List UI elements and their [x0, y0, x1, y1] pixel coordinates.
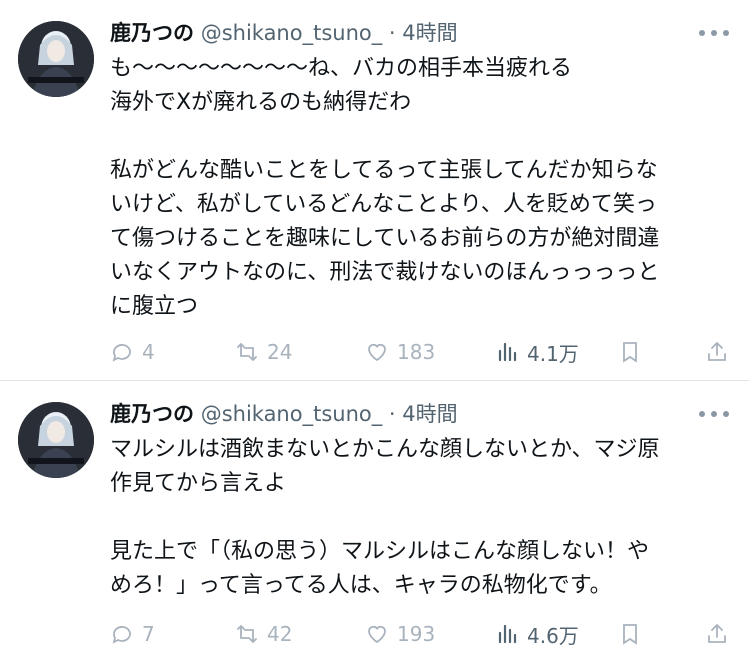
tweet-header: 鹿乃つの @shikano_tsuno_ · 4時間: [110, 18, 458, 48]
repost-count: 42: [267, 622, 293, 646]
views-icon: [498, 342, 517, 362]
tweet-text-line: に腹立つ: [110, 294, 199, 319]
tweet[interactable]: 鹿乃つの @shikano_tsuno_ · 4時間 も〜〜〜〜〜〜〜〜ね、バカ…: [0, 0, 749, 380]
reply-count: 7: [142, 622, 155, 646]
tweet-text-line: 海外でXが廃れるのも納得だわ: [110, 90, 412, 115]
reply-count: 4: [142, 340, 155, 364]
avatar[interactable]: [18, 21, 94, 97]
more-icon[interactable]: [699, 407, 729, 421]
separator: ·: [388, 402, 396, 426]
repost-button[interactable]: 24: [235, 335, 292, 369]
like-button[interactable]: 183: [365, 335, 435, 369]
share-button[interactable]: [705, 617, 729, 651]
repost-button[interactable]: 42: [235, 617, 292, 651]
tweet-text: マルシルは酒飲まないとかこんな顔しないとか、マジ原 作見てから言えよ 見た上で「…: [110, 433, 730, 603]
reply-icon: [112, 626, 131, 644]
more-icon[interactable]: [699, 26, 729, 40]
timestamp[interactable]: 4時間: [402, 402, 457, 426]
tweet-text-line: 見た上で「（私の思う）マルシルはこんな顔しない！や: [110, 539, 650, 564]
reply-button[interactable]: 4: [110, 335, 155, 369]
bookmark-button[interactable]: [618, 335, 642, 369]
views-button[interactable]: 4.6万: [495, 617, 579, 651]
share-button[interactable]: [705, 335, 729, 369]
repost-icon: [237, 624, 257, 644]
tweet-text-line: いなくアウトなのに、刑法で裁けないのほんっっっっと: [110, 260, 660, 285]
tweet-text-line: マルシルは酒飲まないとかこんな顔しないとか、マジ原: [110, 437, 660, 462]
views-button[interactable]: 4.1万: [495, 335, 579, 369]
view-count: 4.6万: [527, 623, 579, 648]
handle[interactable]: @shikano_tsuno_: [201, 402, 383, 426]
tweet-actions: 4 24 183 4.1万: [110, 335, 730, 369]
like-count: 183: [397, 340, 436, 364]
tweet-text-line: も〜〜〜〜〜〜〜〜ね、バカの相手本当疲れる: [110, 56, 573, 81]
repost-icon: [237, 342, 257, 362]
separator: ·: [388, 21, 396, 45]
tweet-header: 鹿乃つの @shikano_tsuno_ · 4時間: [110, 399, 458, 429]
tweet-text-line: [110, 120, 730, 154]
tweet-text-line: めろ！」って言ってる人は、キャラの私物化です。: [110, 573, 612, 598]
display-name[interactable]: 鹿乃つの: [110, 402, 194, 426]
bookmark-button[interactable]: [618, 617, 642, 651]
like-count: 193: [397, 622, 436, 646]
like-button[interactable]: 193: [365, 617, 435, 651]
timestamp[interactable]: 4時間: [402, 21, 457, 45]
display-name[interactable]: 鹿乃つの: [110, 21, 194, 45]
views-icon: [498, 624, 517, 644]
tweet-text-line: て傷つけることを趣味にしているお前らの方が絶対間違: [110, 226, 660, 251]
view-count: 4.1万: [527, 341, 579, 366]
tweet-text-line: 私がどんな酷いことをしてるって主張してんだか知らな: [110, 158, 658, 183]
like-icon: [368, 343, 386, 362]
share-icon: [708, 623, 726, 643]
tweet-actions: 7 42 193 4.6万: [110, 617, 730, 651]
tweet-text-line: 作見てから言えよ: [110, 471, 287, 496]
tweet-text: も〜〜〜〜〜〜〜〜ね、バカの相手本当疲れる 海外でXが廃れるのも納得だわ 私がど…: [110, 52, 730, 324]
avatar[interactable]: [18, 402, 94, 478]
tweet-text-line: [110, 501, 730, 535]
share-icon: [708, 341, 726, 361]
bookmark-icon: [623, 624, 637, 645]
tweet[interactable]: 鹿乃つの @shikano_tsuno_ · 4時間 マルシルは酒飲まないとかこ…: [0, 381, 749, 662]
reply-icon: [112, 344, 131, 362]
reply-button[interactable]: 7: [110, 617, 155, 651]
handle[interactable]: @shikano_tsuno_: [201, 21, 383, 45]
bookmark-icon: [623, 342, 637, 363]
tweet-text-line: いけど、私がしているどんなことより、人を貶めて笑っ: [110, 192, 657, 217]
repost-count: 24: [267, 340, 293, 364]
like-icon: [368, 625, 386, 644]
